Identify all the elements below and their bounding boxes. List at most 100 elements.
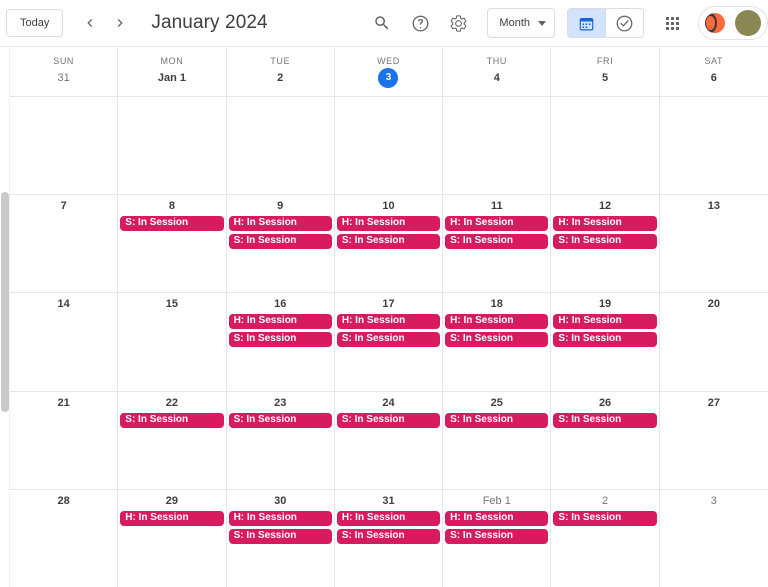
event-chip[interactable]: S: In Session: [120, 216, 224, 232]
day-cell[interactable]: 18 H: In Session S: In Session: [443, 293, 552, 391]
day-cell[interactable]: 22 S: In Session: [118, 391, 227, 489]
help-button[interactable]: [404, 7, 436, 39]
day-number[interactable]: [229, 97, 332, 101]
day-cell[interactable]: 15: [118, 293, 227, 391]
day-cell[interactable]: [118, 97, 227, 195]
day-cell[interactable]: [335, 97, 444, 195]
day-cell[interactable]: [227, 97, 335, 195]
day-cell[interactable]: 29 H: In Session: [118, 489, 227, 587]
day-cell[interactable]: [443, 97, 552, 195]
day-number[interactable]: 31: [337, 490, 440, 508]
day-number[interactable]: 18: [445, 293, 548, 311]
event-chip[interactable]: S: In Session: [336, 234, 441, 250]
page-scrollbar[interactable]: [0, 47, 10, 587]
day-header-cell[interactable]: SAT 6: [660, 47, 768, 96]
day-cell[interactable]: [10, 97, 119, 195]
event-chip[interactable]: H: In Session: [228, 510, 332, 526]
day-cell[interactable]: Feb 1 H: In Session S: In Session: [443, 489, 552, 587]
event-chip[interactable]: H: In Session: [553, 314, 657, 330]
prev-month-button[interactable]: [77, 10, 103, 36]
day-number[interactable]: [12, 97, 115, 101]
day-number[interactable]: 17: [337, 293, 440, 311]
day-header-number[interactable]: 4: [494, 70, 500, 86]
day-cell[interactable]: 21: [10, 391, 119, 489]
event-chip[interactable]: S: In Session: [228, 528, 332, 544]
day-cell[interactable]: 16 H: In Session S: In Session: [227, 293, 335, 391]
event-chip[interactable]: H: In Session: [228, 216, 332, 232]
day-header-cell[interactable]: FRI 5: [551, 47, 660, 96]
day-number[interactable]: 30: [229, 490, 332, 508]
view-mode-select[interactable]: Month: [487, 8, 555, 38]
day-number[interactable]: 28: [12, 490, 115, 508]
event-chip[interactable]: S: In Session: [445, 528, 549, 544]
event-chip[interactable]: S: In Session: [336, 412, 441, 428]
event-chip[interactable]: S: In Session: [228, 412, 332, 428]
settings-button[interactable]: [442, 7, 474, 39]
event-chip[interactable]: H: In Session: [553, 216, 657, 232]
day-number[interactable]: 21: [12, 392, 115, 410]
today-button[interactable]: Today: [6, 9, 64, 37]
day-cell[interactable]: 11 H: In Session S: In Session: [443, 195, 552, 293]
day-number[interactable]: 14: [12, 293, 115, 311]
day-cell[interactable]: 10 H: In Session S: In Session: [335, 195, 444, 293]
day-cell[interactable]: 24 S: In Session: [335, 391, 444, 489]
next-month-button[interactable]: [107, 10, 133, 36]
event-chip[interactable]: S: In Session: [445, 234, 549, 250]
day-cell[interactable]: 8 S: In Session: [118, 195, 227, 293]
day-header-cell[interactable]: THU 4: [443, 47, 552, 96]
calendar-view-toggle[interactable]: [568, 9, 605, 37]
day-number[interactable]: 25: [445, 392, 548, 410]
day-cell[interactable]: 2 S: In Session: [551, 489, 660, 587]
day-number[interactable]: 19: [553, 293, 656, 311]
day-cell[interactable]: 25 S: In Session: [443, 391, 552, 489]
day-cell[interactable]: 12 H: In Session S: In Session: [551, 195, 660, 293]
event-chip[interactable]: S: In Session: [336, 528, 441, 544]
day-number[interactable]: 27: [662, 392, 766, 410]
day-cell[interactable]: 26 S: In Session: [551, 391, 660, 489]
event-chip[interactable]: H: In Session: [445, 510, 549, 526]
page-scrollbar-thumb[interactable]: [1, 192, 9, 412]
day-number[interactable]: 9: [229, 195, 332, 213]
day-header-number[interactable]: 31: [58, 70, 70, 86]
event-chip[interactable]: H: In Session: [336, 510, 441, 526]
day-header-cell[interactable]: WED 3: [335, 47, 444, 96]
day-number[interactable]: 3: [662, 490, 766, 508]
day-number[interactable]: 29: [120, 490, 223, 508]
day-number[interactable]: 13: [662, 195, 766, 213]
avatar[interactable]: [735, 10, 761, 36]
day-cell[interactable]: [660, 97, 768, 194]
day-number[interactable]: Feb 1: [445, 490, 548, 508]
day-cell[interactable]: 19 H: In Session S: In Session: [551, 293, 660, 391]
search-button[interactable]: [366, 7, 398, 39]
day-number[interactable]: [662, 97, 766, 101]
day-number[interactable]: 10: [337, 195, 440, 213]
day-header-number[interactable]: 6: [711, 70, 717, 86]
apps-launcher-button[interactable]: [656, 7, 688, 39]
event-chip[interactable]: H: In Session: [228, 314, 332, 330]
day-header-cell[interactable]: SUN 31: [10, 47, 119, 96]
day-cell[interactable]: 31 H: In Session S: In Session: [335, 489, 444, 587]
event-chip[interactable]: H: In Session: [120, 510, 224, 526]
day-number[interactable]: 7: [12, 195, 115, 213]
day-number[interactable]: [337, 97, 440, 101]
day-number[interactable]: 22: [120, 392, 223, 410]
day-number[interactable]: 15: [120, 293, 223, 311]
day-cell[interactable]: [551, 97, 660, 195]
day-cell[interactable]: 20: [660, 293, 768, 390]
event-chip[interactable]: S: In Session: [228, 234, 332, 250]
day-cell[interactable]: 30 H: In Session S: In Session: [227, 489, 335, 587]
event-chip[interactable]: H: In Session: [336, 314, 441, 330]
day-number[interactable]: 12: [553, 195, 656, 213]
event-chip[interactable]: S: In Session: [445, 332, 549, 348]
day-cell[interactable]: 23 S: In Session: [227, 391, 335, 489]
day-header-cell[interactable]: TUE 2: [227, 47, 335, 96]
day-cell[interactable]: 17 H: In Session S: In Session: [335, 293, 444, 391]
opera-browser-icon[interactable]: [705, 13, 725, 33]
day-number[interactable]: 24: [337, 392, 440, 410]
day-number[interactable]: 16: [229, 293, 332, 311]
day-cell[interactable]: 9 H: In Session S: In Session: [227, 195, 335, 293]
event-chip[interactable]: S: In Session: [228, 332, 332, 348]
event-chip[interactable]: S: In Session: [336, 332, 441, 348]
day-header-number[interactable]: 2: [277, 70, 283, 86]
event-chip[interactable]: S: In Session: [445, 412, 549, 428]
